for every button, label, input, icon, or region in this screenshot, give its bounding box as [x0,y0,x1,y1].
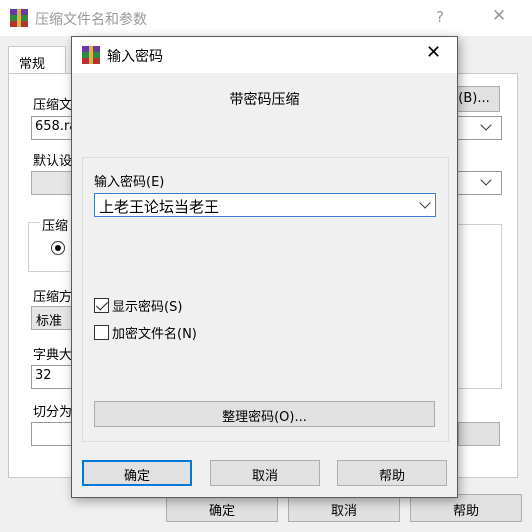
dictionary-size-dropdown[interactable]: 32 [31,365,73,389]
close-icon[interactable]: ✕ [492,6,506,26]
profiles-button[interactable] [31,171,73,195]
help-button[interactable]: 帮助 [337,460,447,486]
background-ok-button[interactable]: 确定 [166,494,278,522]
compression-method-label: 压缩方 [33,290,73,305]
checkmark-icon[interactable] [94,298,109,313]
encrypt-filenames-checkbox[interactable]: 加密文件名(N) [94,323,197,342]
password-label: 输入密码(E) [94,175,165,190]
show-password-checkbox[interactable]: 显示密码(S) [94,296,182,315]
compression-method-dropdown[interactable]: 标准 [31,306,73,330]
cancel-button[interactable]: 取消 [210,460,320,486]
archive-format-label: 压缩 [40,215,71,234]
background-titlebar: 压缩文件名和参数 ? ✕ [0,0,532,36]
close-icon[interactable]: ✕ [426,42,441,63]
background-cancel-button[interactable]: 取消 [288,494,400,522]
background-window-title: 压缩文件名和参数 [35,12,147,28]
organize-passwords-button[interactable]: 整理密码(O)... [94,401,435,427]
encrypt-filenames-label: 加密文件名(N) [112,327,197,342]
dialog-title: 输入密码 [107,49,163,65]
dictionary-size-label: 字典大 [33,348,73,363]
archive-options-group [458,224,502,389]
show-password-label: 显示密码(S) [112,300,183,315]
dialog-titlebar: 输入密码 ✕ [72,37,457,73]
chevron-down-icon [480,174,492,186]
rar-format-radio[interactable] [51,241,65,255]
chevron-down-icon [480,119,492,131]
enter-password-dialog: 输入密码 ✕ 带密码压缩 输入密码(E) 上老王论坛当老王 显示密码(S) 加密… [71,36,458,498]
set-password-button[interactable] [458,422,500,446]
chevron-down-icon[interactable] [419,197,431,209]
archive-name-label: 压缩文 [33,98,73,113]
password-input[interactable]: 上老王论坛当老王 [94,193,436,217]
password-value: 上老王论坛当老王 [99,198,220,216]
split-volumes-input[interactable] [31,422,73,446]
tab-general[interactable]: 常规 [8,46,66,74]
split-volumes-label: 切分为 [33,405,73,420]
default-profile-label: 默认设 [33,154,73,169]
winrar-icon [10,9,28,27]
ok-button[interactable]: 确定 [82,460,192,486]
winrar-icon [82,46,100,64]
help-icon[interactable]: ? [436,8,444,26]
checkbox-icon[interactable] [94,325,109,340]
background-help-button[interactable]: 帮助 [410,494,522,522]
dialog-heading: 带密码压缩 [229,92,300,108]
